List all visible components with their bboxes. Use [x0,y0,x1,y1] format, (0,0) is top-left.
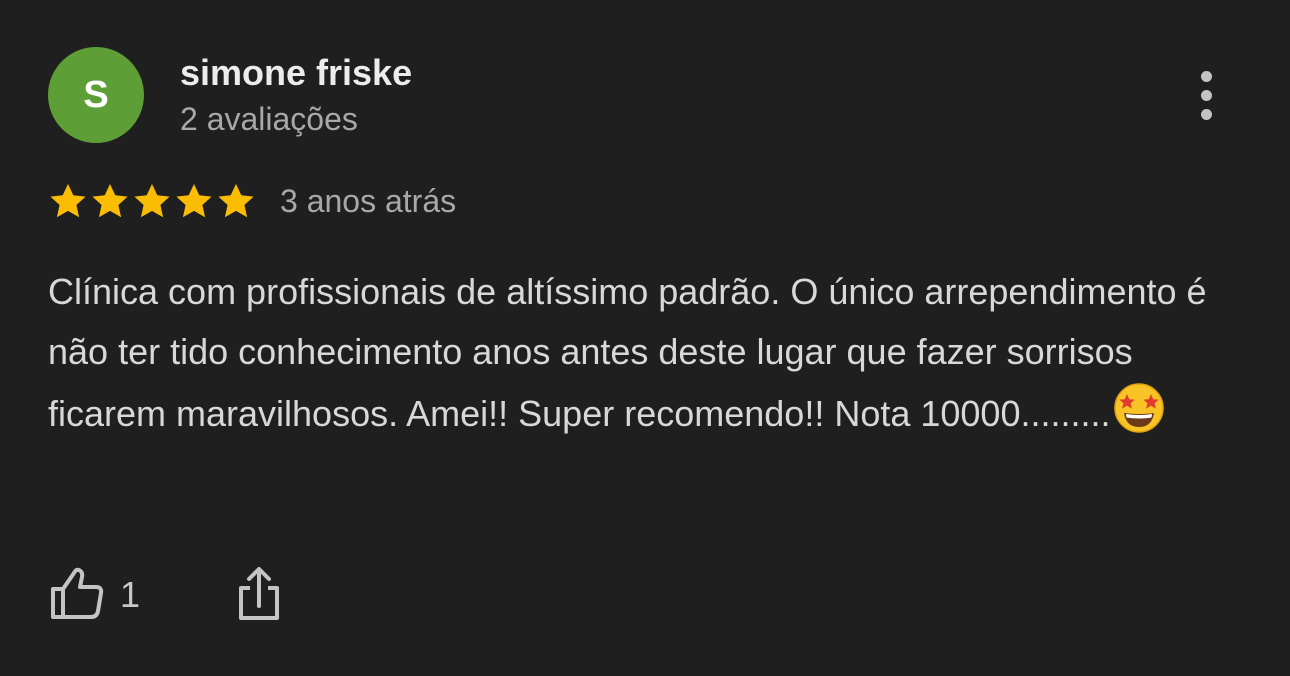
more-options-button[interactable] [1180,64,1232,126]
star-icon [134,184,170,218]
author-name[interactable]: simone friske [180,52,412,94]
like-count: 1 [120,574,141,615]
more-vertical-icon-dot [1200,89,1212,101]
star-icon [176,184,212,218]
review-actions: 1 [48,560,282,630]
more-vertical-icon [1200,70,1212,82]
review-body: Clínica com profissionais de altíssimo p… [48,271,1207,434]
more-vertical-icon-dot [1200,108,1212,120]
review-time: 3 anos atrás [280,182,457,219]
star-icon [92,184,128,218]
thumbs-up-icon [48,565,106,626]
star-rating [48,182,256,220]
avatar[interactable]: S [48,47,144,143]
star-struck-emoji-icon [1113,382,1165,452]
review-card: S simone friske 2 avaliações 3 anos atrá… [0,0,1290,676]
like-button[interactable]: 1 [48,565,140,626]
author-review-count: 2 avaliações [180,101,358,137]
star-icon [218,184,254,218]
review-text: Clínica com profissionais de altíssimo p… [48,262,1248,452]
share-icon [236,564,282,627]
rating-row: 3 anos atrás [48,178,456,224]
share-button[interactable] [236,564,282,627]
avatar-initial: S [83,73,109,116]
star-icon [50,184,86,218]
